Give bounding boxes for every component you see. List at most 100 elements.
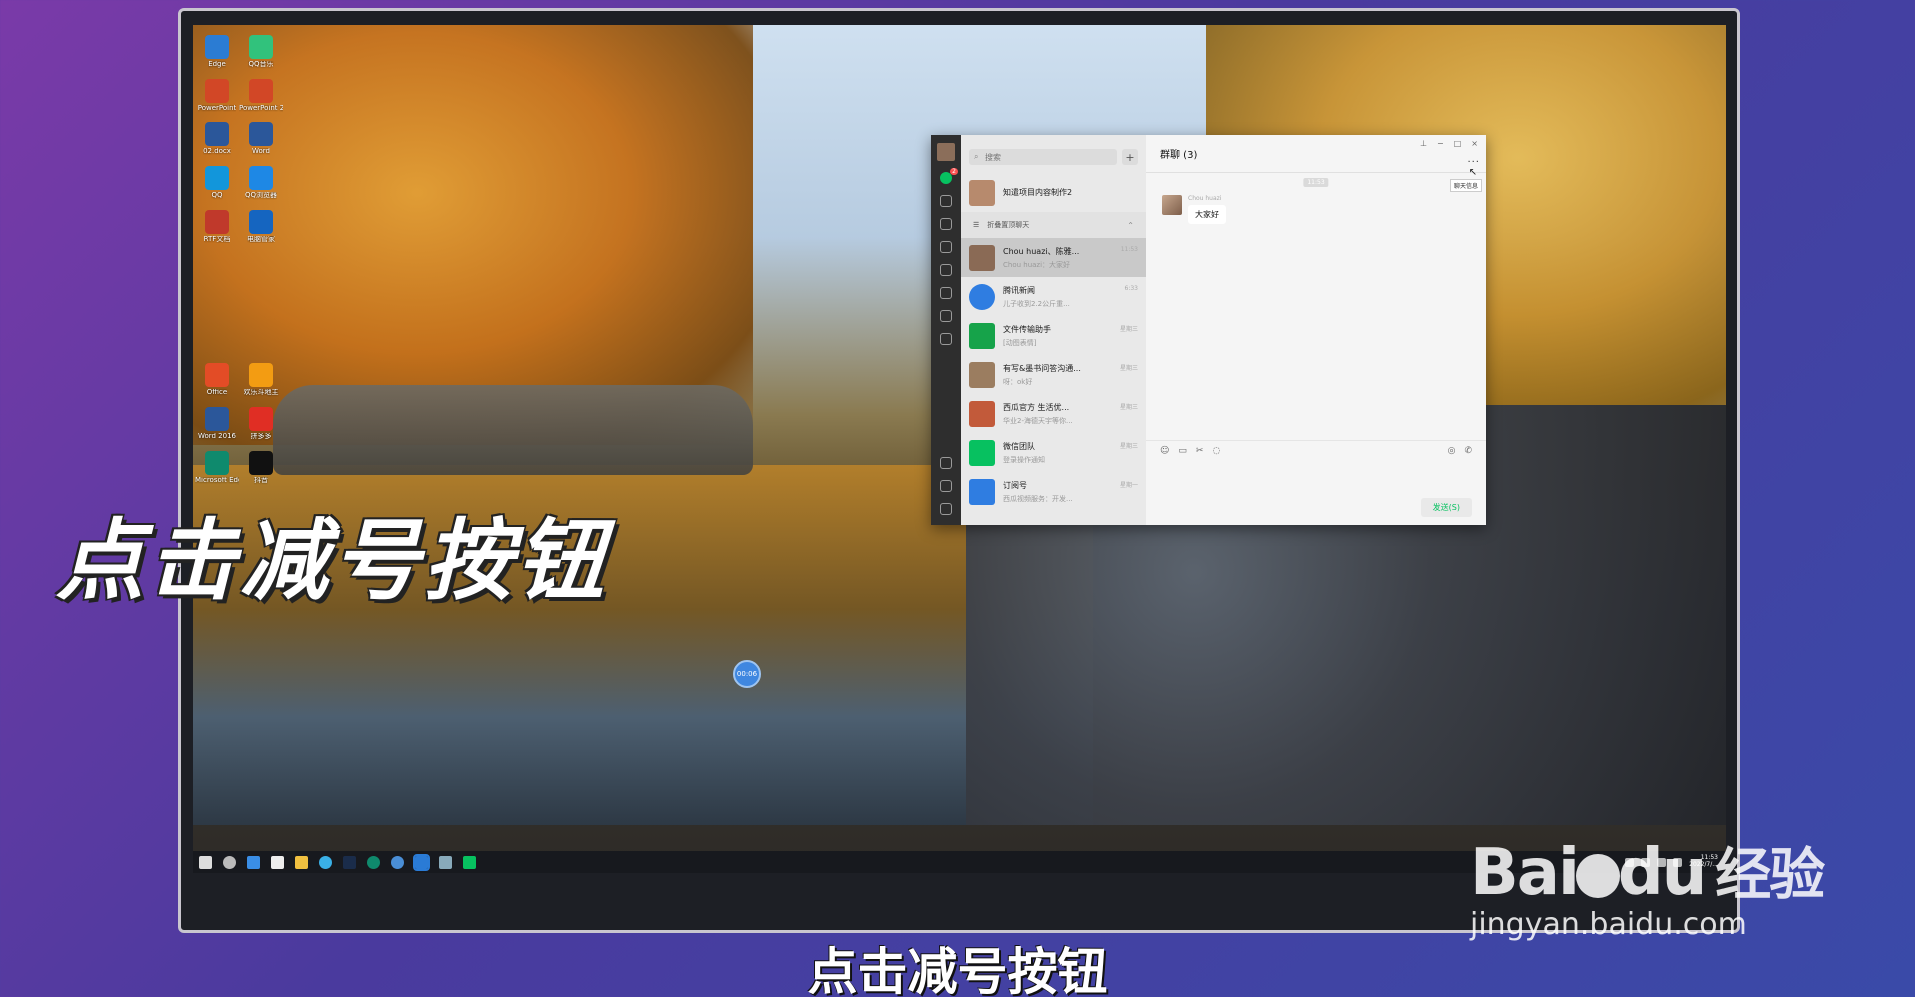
avatar xyxy=(969,439,995,466)
message-input-area[interactable]: ☺ ▭ ✂ ◌ ◎ ✆ 发送(S) xyxy=(1146,440,1486,525)
recording-timer: 00:06 xyxy=(733,660,761,688)
folder-icon[interactable] xyxy=(295,855,308,869)
conversation-time: 6:33 xyxy=(1124,285,1138,292)
contacts-icon[interactable] xyxy=(940,195,952,207)
desktop-icon-label: Office xyxy=(206,389,228,397)
conversation-time: 星期三 xyxy=(1119,326,1138,333)
minimize-icon[interactable]: − xyxy=(1437,139,1444,148)
search-input[interactable] xyxy=(969,149,1117,165)
moments-icon[interactable] xyxy=(940,264,952,276)
mini-program-icon[interactable] xyxy=(940,333,952,345)
chat-panel: 群聊 (3) ⊥ − □ × ··· ↖ 聊天信息 11:53 Chou hua… xyxy=(1146,135,1486,525)
channels-icon[interactable] xyxy=(940,287,952,299)
list-item-text: 微信团队 登录操作通知 xyxy=(1003,441,1112,465)
desktop-icon[interactable]: Microsoft Edge xyxy=(195,450,239,485)
maximize-icon[interactable]: □ xyxy=(1454,139,1462,148)
avatar xyxy=(969,361,995,388)
desktop-icon[interactable]: Word xyxy=(241,122,281,156)
qq-icon xyxy=(205,166,229,191)
list-item-text: 知遣项目内容制作2 xyxy=(1003,187,1138,198)
desktop-icon[interactable]: QQ音乐 xyxy=(241,35,281,69)
app-icon xyxy=(205,35,229,59)
desktop-icon[interactable]: 拼多多 xyxy=(241,407,281,441)
unread-badge: 2 xyxy=(950,168,958,175)
list-item[interactable]: 微信团队 登录操作通知 星期三 xyxy=(961,433,1146,472)
desktop-icon[interactable]: PowerPoint xyxy=(197,78,237,113)
menu-icon[interactable] xyxy=(940,503,952,515)
desktop-icon[interactable]: 欢乐斗地主 xyxy=(241,363,281,397)
folder-icon[interactable] xyxy=(940,241,952,253)
desktop-icon-label: Edge xyxy=(208,61,226,68)
edge-icon[interactable] xyxy=(367,855,380,869)
list-item[interactable]: 有写&墨书问答沟通... 呀：ok好 星期三 xyxy=(961,355,1146,394)
search-feature-icon[interactable] xyxy=(940,310,952,322)
search-icon[interactable] xyxy=(223,855,236,869)
add-button[interactable]: + xyxy=(1122,149,1138,165)
avatar[interactable] xyxy=(937,143,955,161)
pin-icon[interactable]: ⊥ xyxy=(1420,139,1427,148)
desktop-icon[interactable]: Edge xyxy=(197,35,237,69)
desktop-icon[interactable]: QQ浏览器 xyxy=(241,166,281,200)
desktop-icon-label: QQ浏览器 xyxy=(244,192,278,200)
globe-icon[interactable] xyxy=(391,855,404,869)
desktop-icon[interactable]: RTF文档 xyxy=(197,209,237,244)
desktop-icon[interactable]: Office xyxy=(197,363,237,397)
windows-start-icon[interactable] xyxy=(199,855,212,869)
list-item[interactable]: 腾讯新闻 儿子收到2.2公斤重... 6:33 xyxy=(961,277,1146,316)
app-icon[interactable] xyxy=(439,855,452,869)
desktop-icon-label: PowerPoint xyxy=(197,104,237,112)
wechat-icon[interactable] xyxy=(463,855,476,869)
baidu-logo: Bai du 经验 xyxy=(1470,830,1850,911)
favorites-icon[interactable] xyxy=(940,218,952,230)
avatar[interactable] xyxy=(1162,195,1182,215)
desktop-icon[interactable]: 抖音 xyxy=(241,450,281,485)
chat-history-icon[interactable]: ◌ xyxy=(1212,446,1220,456)
desktop-icon[interactable]: QQ xyxy=(197,166,237,200)
conversation-time: 11:53 xyxy=(1120,246,1138,253)
shield-icon xyxy=(249,209,273,234)
desktop-icon[interactable]: PowerPoint 2016 xyxy=(239,78,283,113)
list-item[interactable]: 知遣项目内容制作2 xyxy=(961,173,1146,212)
list-item[interactable]: 文件传输助手 [动图表情] 星期三 xyxy=(961,316,1146,355)
list-item[interactable]: Chou huazi、陈雅... Chou huazi：大家好 11:53 xyxy=(961,238,1146,277)
file-icon[interactable]: ▭ xyxy=(1178,446,1187,456)
chat-title: 群聊 (3) xyxy=(1160,150,1198,161)
browser-icon[interactable] xyxy=(319,855,332,869)
desktop-icon[interactable]: Word 2016 xyxy=(197,407,237,441)
chat-icon[interactable]: 2 xyxy=(940,168,958,184)
photoshop-icon[interactable] xyxy=(343,855,356,869)
folded-pinned-chats[interactable]: ☰ 折叠置顶聊天 ⌃ xyxy=(961,212,1146,238)
list-icon: ☰ xyxy=(973,221,980,229)
task-view-icon[interactable] xyxy=(247,855,260,869)
logo-text-right: du xyxy=(1617,836,1707,910)
send-button[interactable]: 发送(S) xyxy=(1420,498,1472,517)
conversation-name: 西瓜官方 生活优... xyxy=(1003,402,1070,412)
emoji-icon[interactable]: ☺ xyxy=(1160,446,1169,456)
list-item[interactable]: 西瓜官方 生活优... 华业2-海德天宇等你... 星期三 xyxy=(961,394,1146,433)
desktop-icon[interactable]: 电脑管家 xyxy=(241,209,281,244)
live-icon[interactable]: ◎ xyxy=(1448,446,1456,456)
message: Chou huazi 大家好 xyxy=(1162,195,1226,224)
miniprogram-icon[interactable] xyxy=(940,457,952,469)
document-icon[interactable] xyxy=(271,855,284,869)
screen-record-icon[interactable] xyxy=(413,853,430,871)
scissors-icon[interactable]: ✂ xyxy=(1196,446,1204,456)
desktop-icon-label: Word 2016 xyxy=(197,433,237,441)
conversation-preview: 儿子收到2.2公斤重... xyxy=(1003,299,1070,308)
music-icon xyxy=(249,35,273,59)
desktop-icon[interactable]: 02.docx xyxy=(197,122,237,156)
list-item-text: 西瓜官方 生活优... 华业2-海德天宇等你... xyxy=(1003,402,1112,426)
conversation-time: 星期三 xyxy=(1119,443,1138,450)
list-item[interactable]: 订阅号 西瓜视频服务：开发... 星期一 xyxy=(961,472,1146,511)
logo-text-cn: 经验 xyxy=(1715,843,1825,908)
call-icon[interactable]: ✆ xyxy=(1464,446,1472,456)
close-icon[interactable]: × xyxy=(1471,139,1478,148)
desktop-icon-label: 电脑管家 xyxy=(247,235,275,243)
desktop-icon-label: QQ xyxy=(211,192,223,200)
desktop-icon-label: 欢乐斗地主 xyxy=(243,389,279,397)
window-controls: ⊥ − □ × xyxy=(1420,139,1478,148)
conversation-name: 订阅号 xyxy=(1003,480,1027,490)
wechat-sidebar-rail: 2 xyxy=(931,135,961,525)
watermark-url: jingyan.baidu.com xyxy=(1470,907,1747,942)
phone-icon[interactable] xyxy=(940,480,952,492)
